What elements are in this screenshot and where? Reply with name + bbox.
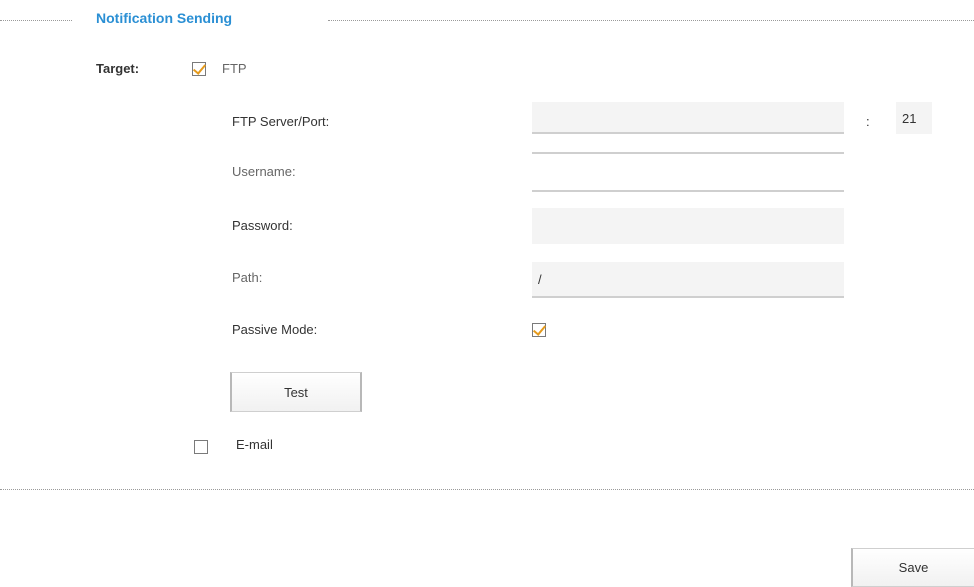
port-separator: : — [866, 114, 870, 129]
passive-mode-checkbox[interactable] — [532, 323, 546, 337]
footer-divider — [0, 489, 974, 490]
username-input[interactable] — [532, 152, 844, 192]
passive-mode-label: Passive Mode: — [232, 322, 318, 337]
password-input[interactable] — [532, 208, 844, 244]
password-label: Password: — [232, 218, 293, 233]
ftp-port-input[interactable] — [896, 102, 932, 134]
target-label: Target: — [96, 61, 140, 76]
email-checkbox-label: E-mail — [236, 437, 273, 452]
email-checkbox[interactable] — [194, 440, 208, 454]
path-label: Path: — [232, 270, 263, 285]
test-button[interactable]: Test — [230, 372, 362, 412]
ftp-server-input[interactable] — [532, 102, 844, 134]
ftp-server-port-label: FTP Server/Port: — [232, 114, 330, 129]
section-divider-right — [328, 20, 974, 21]
ftp-checkbox-label: FTP — [222, 61, 247, 76]
section-divider-left — [0, 20, 72, 21]
path-input[interactable] — [532, 262, 844, 298]
ftp-checkbox[interactable] — [192, 62, 206, 76]
username-label: Username: — [232, 164, 296, 179]
save-button[interactable]: Save — [851, 548, 974, 587]
section-title: Notification Sending — [96, 10, 233, 26]
